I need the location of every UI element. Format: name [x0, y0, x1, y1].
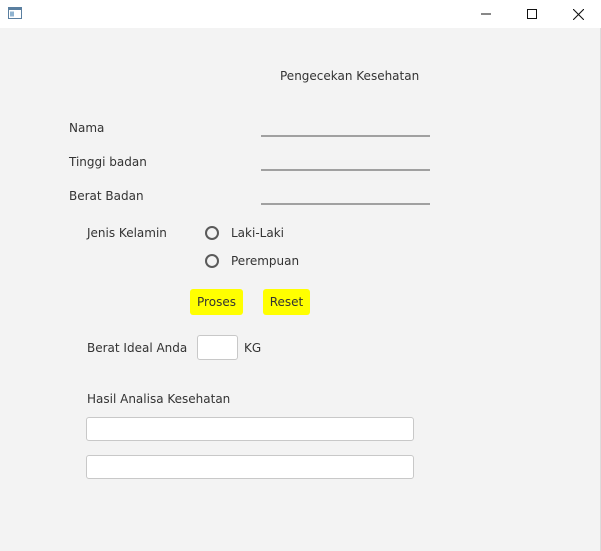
- maximize-icon: [527, 9, 537, 19]
- berat-badan-input[interactable]: [261, 185, 430, 205]
- nama-label: Nama: [69, 121, 105, 135]
- kg-unit-label: KG: [244, 341, 262, 355]
- tinggi-badan-label: Tinggi badan: [69, 155, 147, 169]
- tinggi-badan-input[interactable]: [261, 151, 430, 171]
- nama-input[interactable]: [261, 117, 430, 137]
- hasil-analisa-field-2[interactable]: [86, 455, 414, 479]
- jenis-kelamin-label: Jenis Kelamin: [87, 226, 167, 240]
- radio-laki-laki[interactable]: [205, 226, 219, 240]
- radio-perempuan[interactable]: [205, 254, 219, 268]
- form-title: Pengecekan Kesehatan: [280, 69, 420, 83]
- close-button[interactable]: [555, 0, 601, 28]
- berat-ideal-output[interactable]: [197, 335, 238, 360]
- hasil-analisa-label: Hasil Analisa Kesehatan: [87, 392, 231, 406]
- app-icon: [8, 7, 22, 19]
- minimize-icon: [481, 9, 491, 19]
- berat-ideal-label: Berat Ideal Anda: [87, 341, 188, 355]
- title-bar: [0, 0, 601, 28]
- berat-badan-label: Berat Badan: [69, 189, 144, 203]
- hasil-analisa-field-1[interactable]: [86, 417, 414, 441]
- maximize-button[interactable]: [509, 0, 555, 28]
- radio-perempuan-label[interactable]: Perempuan: [231, 254, 299, 268]
- proses-button[interactable]: Proses: [190, 289, 243, 315]
- radio-laki-laki-label[interactable]: Laki-Laki: [231, 226, 284, 240]
- minimize-button[interactable]: [463, 0, 509, 28]
- close-icon: [572, 8, 584, 20]
- reset-button[interactable]: Reset: [263, 289, 310, 315]
